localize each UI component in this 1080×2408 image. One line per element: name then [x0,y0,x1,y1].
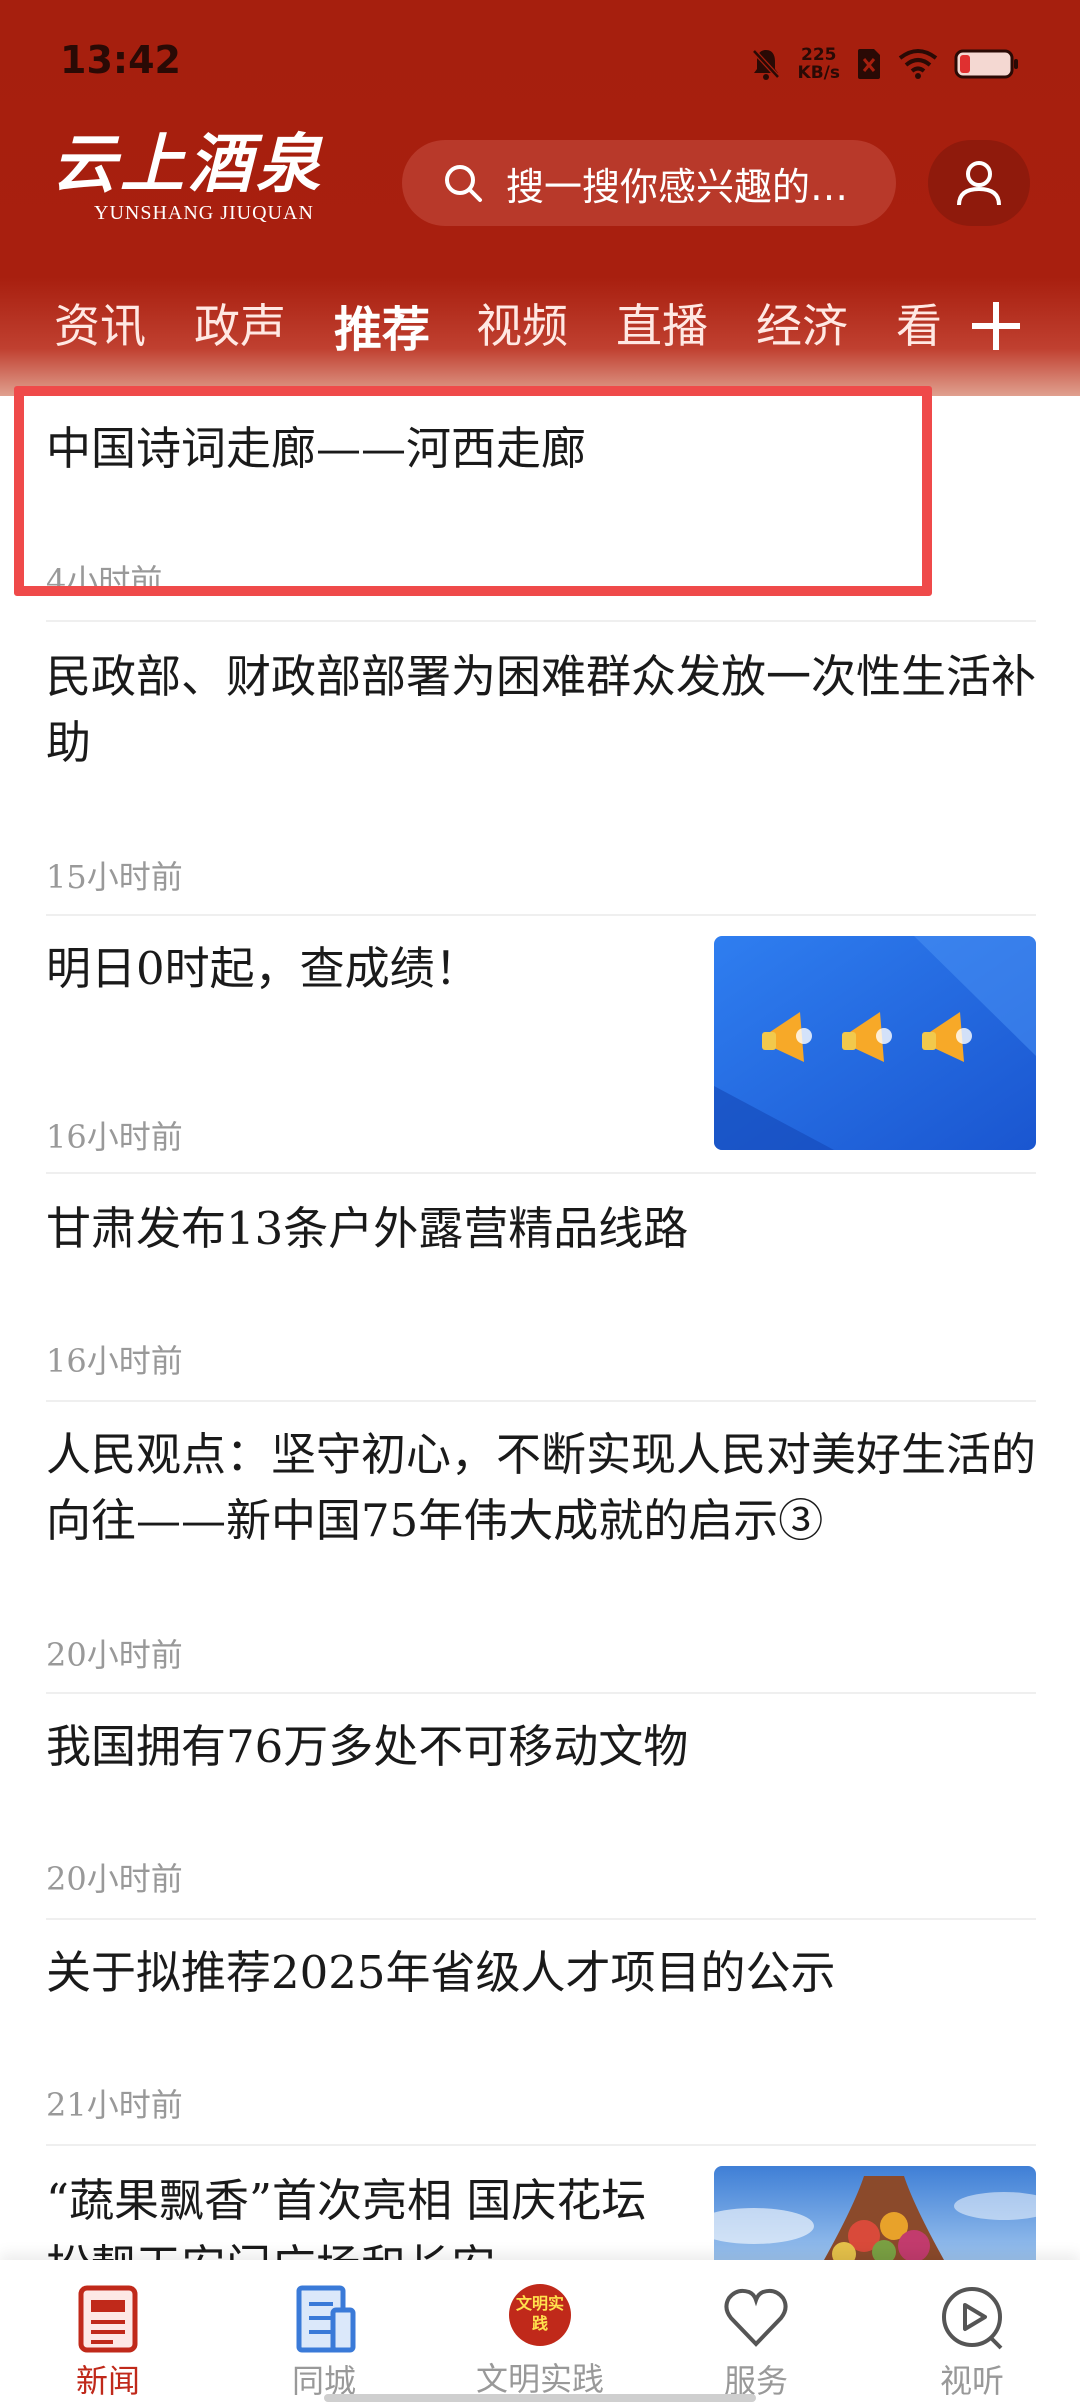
tab-tuijian[interactable]: 推荐 [334,290,430,360]
news-title: 民政部、财政部部署为困难群众发放一次性生活补助 [46,650,1037,769]
divider [46,914,1036,916]
tab-shipin[interactable]: 视频 [476,290,568,356]
bell-muted-icon [751,49,780,80]
news-thumbnail[interactable] [714,2166,1036,2260]
news-thumbnail[interactable] [714,936,1036,1150]
search-icon [445,165,482,202]
news-time: 20小时前 [46,1860,183,1898]
nav-service[interactable]: 服务 [681,2284,831,2402]
news-title: 中国诗词走廊——河西走廊 [46,422,587,475]
status-bar: 13:42 225 KB/s [0,0,1080,120]
net-speed: 225 KB/s [798,46,840,82]
nav-city[interactable]: 同城 [249,2284,399,2402]
tab-zhibo[interactable]: 直播 [616,290,708,356]
news-title: 我国拥有76万多处不可移动文物 [46,1720,689,1773]
home-indicator[interactable] [324,2394,756,2402]
search-placeholder: 搜一搜你感兴趣的… [506,164,849,209]
tab-zixun[interactable]: 资讯 [54,290,146,356]
app-header: 13:42 225 KB/s 云上酒泉 YUNSHANG JIUQUAN 搜一搜… [0,0,1080,396]
nav-label: 视听 [939,2362,1004,2400]
badge-text: 文明实践 [515,2294,564,2333]
add-channel-button[interactable] [966,296,1026,356]
news-time: 15小时前 [46,858,183,896]
news-title: 甘肃发布13条户外露营精品线路 [46,1202,689,1255]
status-icons: 225 KB/s [750,42,1020,86]
flower-basket-image [714,2166,1036,2260]
logo-chinese: 云上酒泉 [52,127,324,202]
logo-english: YUNSHANG JIUQUAN [94,202,314,224]
nav-civilization[interactable]: 文明实践 文明实践 [465,2284,615,2400]
news-item[interactable]: “蔬果飘香”首次亮相 国庆花坛扮靓天安门广场和长安 [46,2168,686,2260]
news-time: 16小时前 [46,1342,183,1380]
news-title: 明日0时起，查成绩！ [46,942,480,995]
news-item[interactable]: 关于拟推荐2025年省级人才项目的公示 21小时前 [46,1940,1036,2124]
divider [46,1692,1036,1694]
divider [46,2144,1036,2146]
status-time: 13:42 [60,38,181,82]
nav-audiovisual[interactable]: 视听 [897,2284,1047,2402]
user-profile-button[interactable] [928,140,1030,226]
wifi-icon [898,49,938,79]
heart-icon [724,2288,788,2347]
news-title: 关于拟推荐2025年省级人才项目的公示 [46,1946,836,1999]
news-item[interactable]: 甘肃发布13条户外露营精品线路 16小时前 [46,1196,1036,1380]
tab-zhengsheng[interactable]: 政声 [194,290,286,356]
news-title: 人民观点：坚守初心，不断实现人民对美好生活的向往——新中国75年伟大成就的启示③ [46,1428,1037,1547]
nav-label: 新闻 [75,2362,140,2400]
news-item[interactable]: 中国诗词走廊——河西走廊 4小时前 [46,416,1036,600]
divider [46,1918,1036,1920]
category-tabs: 资讯 政声 推荐 视频 直播 经济 看 [0,280,960,370]
divider [46,1172,1036,1174]
sim-x-icon [858,49,880,79]
civilization-badge-icon: 文明实践 [509,2284,571,2346]
divider [46,1400,1036,1402]
bottom-nav: 新闻 同城 文明实践 文明实践 服务 视听 [0,2260,1080,2408]
net-speed-unit: KB/s [797,63,840,83]
app-logo: 云上酒泉 YUNSHANG JIUQUAN [52,130,372,240]
news-item[interactable]: 明日0时起，查成绩！ 16小时前 [46,936,686,1156]
news-time: 21小时前 [46,2086,183,2124]
nav-news[interactable]: 新闻 [33,2284,183,2402]
divider [46,620,1036,622]
news-item[interactable]: 民政部、财政部部署为困难群众发放一次性生活补助 15小时前 [46,644,1037,896]
news-time: 4小时前 [46,562,163,600]
newspaper-icon [78,2285,138,2353]
city-building-icon [296,2285,356,2353]
net-speed-value: 225 [801,45,837,65]
tab-kan[interactable]: 看 [896,290,942,356]
play-circle-icon [942,2287,1003,2350]
search-bar[interactable]: 搜一搜你感兴趣的… [402,140,896,226]
news-item[interactable]: 我国拥有76万多处不可移动文物 20小时前 [46,1714,1036,1898]
news-item[interactable]: 人民观点：坚守初心，不断实现人民对美好生活的向往——新中国75年伟大成就的启示③… [46,1422,1037,1674]
battery-icon [954,49,1018,79]
megaphones-image [714,936,1036,1150]
news-time: 20小时前 [46,1636,183,1674]
tab-jingji[interactable]: 经济 [756,290,848,356]
user-icon [957,161,1001,206]
news-title: “蔬果飘香”首次亮相 国庆花坛扮靓天安门广场和长安 [46,2174,647,2260]
news-time: 16小时前 [46,1118,183,1156]
